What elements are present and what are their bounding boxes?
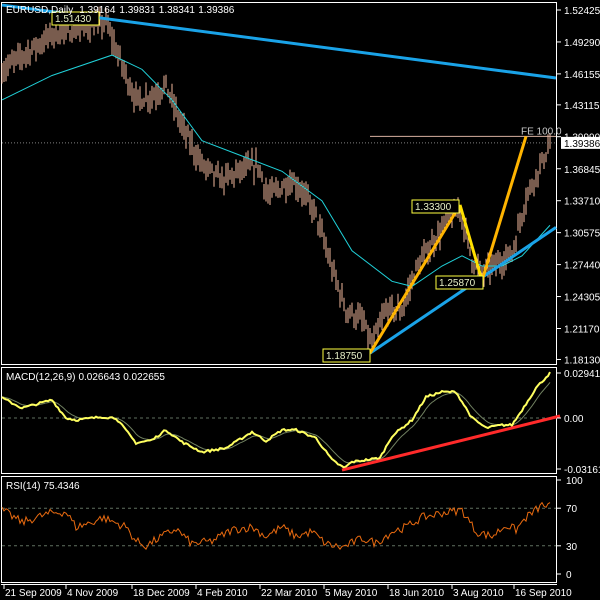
price-label: 1.18750 xyxy=(326,351,363,362)
macd-y-tick-label: 0.00 xyxy=(564,414,584,425)
fibo-expansion-label: FE 100.0 xyxy=(521,126,562,137)
x-tick-label: 4 Feb 2010 xyxy=(197,588,248,599)
y-tick-label: 1.18130 xyxy=(564,355,600,366)
axes: 1.524251.492901.461551.431151.399901.368… xyxy=(3,6,600,599)
x-tick-label: 16 Sep 2010 xyxy=(515,588,572,599)
macd-title: MACD(12,26,9) 0.026643 0.022655 xyxy=(6,372,165,383)
macd-chart xyxy=(1,371,561,472)
macd-panel-frame xyxy=(1,367,557,474)
macd-trendline xyxy=(341,414,561,472)
x-tick-label: 4 Nov 2009 xyxy=(67,588,119,599)
rsi-y-tick-label: 0 xyxy=(566,570,572,581)
trading-chart[interactable]: FE 100.01.514301.333001.258701.18750 1.5… xyxy=(0,0,600,600)
rsi-title: RSI(14) 75.4346 xyxy=(6,481,80,492)
rsi-chart xyxy=(1,501,556,550)
y-tick-label: 1.43115 xyxy=(564,101,600,112)
y-tick-label: 1.49290 xyxy=(564,38,600,49)
y-tick-label: 1.21170 xyxy=(564,324,600,335)
zigzag-leg xyxy=(458,204,484,282)
macd-y-tick-label: 0.029417 xyxy=(564,369,600,380)
rsi-y-tick-label: 70 xyxy=(566,504,578,515)
macd-y-tick-label: -0.03161 xyxy=(564,465,600,476)
y-tick-label: 1.36845 xyxy=(564,165,600,176)
current-price-label: 1.39386 xyxy=(564,139,600,150)
y-tick-label: 1.52425 xyxy=(564,6,600,17)
trendline-lower xyxy=(369,226,557,355)
y-tick-label: 1.24305 xyxy=(564,293,600,304)
macd-line xyxy=(1,371,551,469)
x-tick-label: 18 Dec 2009 xyxy=(133,588,190,599)
x-tick-label: 21 Sep 2009 xyxy=(5,588,62,599)
price-chart: FE 100.01.514301.333001.258701.18750 xyxy=(1,3,562,363)
price-panel-frame xyxy=(1,2,557,365)
rsi-y-tick-label: 30 xyxy=(566,542,578,553)
y-tick-label: 1.46155 xyxy=(564,70,600,81)
rsi-y-tick-label: 100 xyxy=(566,476,583,487)
x-tick-label: 3 Aug 2010 xyxy=(453,588,504,599)
x-tick-label: 18 Jun 2010 xyxy=(389,588,444,599)
macd-signal-line xyxy=(1,382,551,464)
rsi-line xyxy=(1,501,551,550)
moving-average-line xyxy=(1,54,551,287)
price-label: 1.33300 xyxy=(415,202,452,213)
price-label: 1.25870 xyxy=(439,278,476,289)
y-tick-label: 1.30575 xyxy=(564,229,600,240)
price-title: EURUSD,Daily 1.39164 1.39831 1.38341 1.39386 xyxy=(6,5,235,16)
x-tick-label: 22 Mar 2010 xyxy=(261,588,318,599)
x-tick-label: 5 May 2010 xyxy=(325,588,378,599)
y-tick-label: 1.27440 xyxy=(564,261,600,272)
y-tick-label: 1.33710 xyxy=(564,197,600,208)
